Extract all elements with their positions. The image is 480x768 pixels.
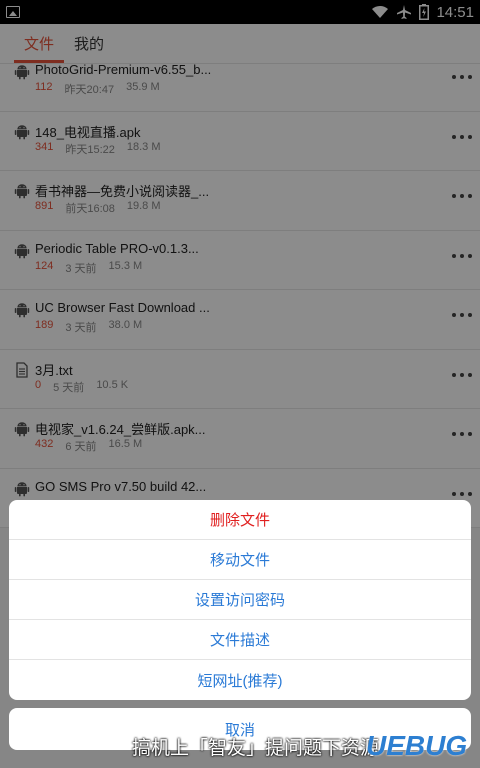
watermark-text: 搞机上「智友」提问题下资源	[132, 738, 380, 759]
move-file-button[interactable]: 移动文件	[9, 540, 471, 580]
short-url-button[interactable]: 短网址(推荐)	[9, 660, 471, 700]
watermark-logo: UEBUG	[366, 730, 468, 761]
set-password-button[interactable]: 设置访问密码	[9, 580, 471, 620]
delete-file-button[interactable]: 删除文件	[9, 500, 471, 540]
action-sheet: 删除文件 移动文件 设置访问密码 文件描述 短网址(推荐)	[9, 500, 471, 700]
file-description-button[interactable]: 文件描述	[9, 620, 471, 660]
